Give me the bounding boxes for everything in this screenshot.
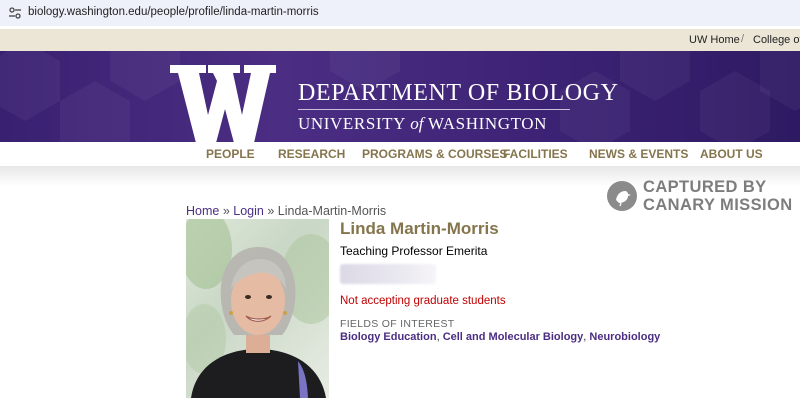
watermark-line-1: CAPTURED BY [643, 178, 767, 196]
url-text[interactable]: biology.washington.edu/people/profile/li… [28, 6, 319, 18]
browser-url-bar[interactable]: biology.washington.edu/people/profile/li… [0, 0, 800, 26]
university-wordmark[interactable]: UNIVERSITY of WASHINGTON [298, 114, 547, 134]
profile-name: Linda Martin-Morris [340, 219, 499, 238]
breadcrumb: Home » Login » Linda-Martin-Morris [186, 204, 387, 218]
profile-title: Teaching Professor Emerita [340, 244, 488, 258]
nav-facilities[interactable]: FACILITIES [503, 147, 568, 161]
field-neurobiology[interactable]: Neurobiology [589, 331, 660, 343]
field-biology-education[interactable]: Biology Education [340, 331, 437, 343]
field-cell-molecular-biology[interactable]: Cell and Molecular Biology [443, 331, 584, 343]
canary-mission-watermark: CAPTURED BY CANARY MISSION [607, 178, 797, 218]
site-settings-icon[interactable] [8, 6, 22, 20]
breadcrumb-login[interactable]: Login [233, 204, 264, 218]
redacted-contact [340, 264, 436, 284]
uw-w-logo[interactable] [170, 65, 276, 142]
breadcrumb-home[interactable]: Home [186, 204, 219, 218]
breadcrumb-current: Linda-Martin-Morris [277, 204, 387, 218]
watermark-line-2: CANARY MISSION [643, 196, 793, 214]
uw-home-link[interactable]: UW Home [689, 34, 740, 46]
fields-of-interest-list: Biology Education, Cell and Molecular Bi… [340, 331, 661, 343]
canary-bird-icon [607, 181, 637, 211]
utility-separator: / [741, 33, 745, 45]
nav-programs-courses[interactable]: PROGRAMS & COURSES [362, 147, 507, 161]
college-link[interactable]: College of A [753, 34, 800, 46]
nav-news-events[interactable]: NEWS & EVENTS [589, 147, 688, 161]
main-nav: PEOPLE RESEARCH PROGRAMS & COURSES FACIL… [0, 142, 800, 166]
banner-divider [298, 109, 570, 110]
nav-research[interactable]: RESEARCH [278, 147, 345, 161]
header-banner: DEPARTMENT OF BIOLOGY UNIVERSITY of WASH… [0, 51, 800, 142]
nav-about-us[interactable]: ABOUT US [700, 147, 763, 161]
nav-people[interactable]: PEOPLE [206, 147, 255, 161]
fields-of-interest-label: FIELDS OF INTEREST [340, 318, 455, 330]
graduate-status: Not accepting graduate students [340, 295, 506, 307]
utility-bar: UW Home / College of A [0, 29, 800, 51]
department-title[interactable]: DEPARTMENT OF BIOLOGY [298, 80, 619, 106]
profile-photo [186, 219, 329, 398]
